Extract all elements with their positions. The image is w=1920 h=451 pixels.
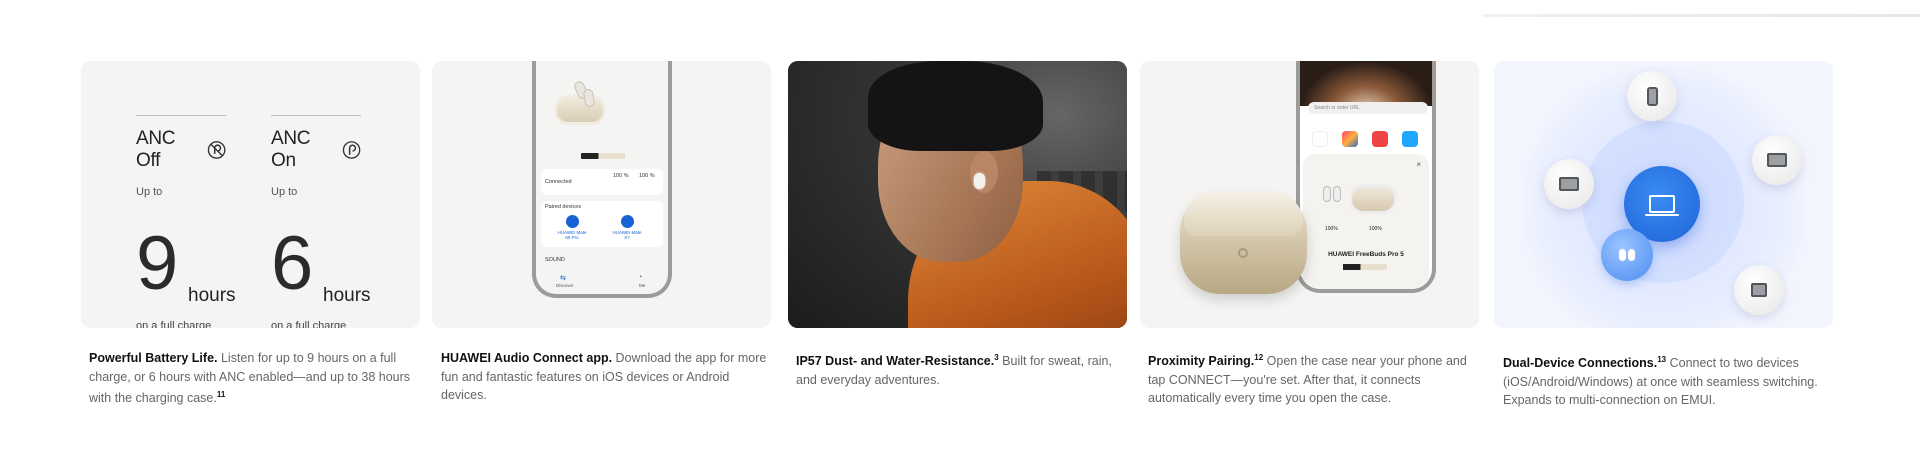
phone-icon [1646, 86, 1658, 106]
anc-off-icon [207, 141, 226, 159]
top-divider-line [1483, 14, 1920, 17]
anc-on-block: ANC On Up to 6 hours on a full charge [271, 115, 371, 328]
connection-status-row: Connected 100 % 100 % [541, 169, 663, 195]
sport-photo-card [788, 61, 1127, 328]
right-battery-pct: 100 % [639, 173, 655, 179]
wallpaper [1300, 61, 1432, 106]
monitor-device-node [1734, 265, 1784, 315]
proximity-caption: Proximity Pairing.12 Open the case near … [1148, 349, 1478, 408]
earbud-thumbnail [1333, 186, 1341, 202]
footnote-marker: 11 [216, 390, 226, 399]
person-hair [868, 61, 1043, 151]
battery-card: ANC Off Up to 9 hours on a full charge A… [81, 61, 420, 328]
full-charge-note: on a full charge [136, 320, 212, 328]
earbuds-bubble [1601, 229, 1653, 281]
caption-title: HUAWEI Audio Connect app. [441, 351, 613, 365]
battery-caption: Powerful Battery Life. Listen for up to … [89, 349, 419, 408]
product-name: HUAWEI FreeBuds Pro 5 [1328, 251, 1404, 258]
divider [271, 115, 361, 116]
app-card: Connected 100 % 100 % Paired devices HUA… [432, 61, 771, 328]
case-indicator [1238, 248, 1248, 258]
phone-mockup: Connected 100 % 100 % Paired devices HUA… [532, 61, 672, 298]
right-battery-pct: 100% [1369, 226, 1382, 232]
laptop-device-node [1752, 135, 1802, 185]
discover-icon[interactable]: ⇆ [560, 274, 566, 282]
battery-hours-on-value: 6 [271, 221, 313, 306]
caption-title: Proximity Pairing. [1148, 354, 1255, 369]
nav-me[interactable]: Me [639, 283, 645, 288]
tablet-device-node [1544, 159, 1594, 209]
dual-device-card [1494, 61, 1833, 328]
tablet-icon [1559, 177, 1579, 191]
bottom-nav: ⇆ Discover ◔ Me [542, 274, 662, 290]
anc-on-icon [342, 141, 361, 159]
paired-devices-panel: Paired devices HUAWEI Mate 60 Pro HUAWEI… [541, 201, 663, 247]
case-thumbnail [1349, 184, 1397, 214]
left-battery-pct: 100 % [613, 173, 629, 179]
app-icon[interactable] [1402, 131, 1418, 147]
app-caption: HUAWEI Audio Connect app. Download the a… [441, 349, 771, 405]
device-label: HUAWEI Mate 60 Pro [557, 230, 587, 240]
device-icon[interactable] [566, 215, 579, 228]
sound-section: SOUND [541, 253, 663, 267]
earbud-icon [1619, 249, 1626, 261]
pairing-popup: × 100% 100% HUAWEI FreeBuds Pro 5 [1303, 154, 1429, 289]
divider [136, 115, 226, 116]
device-label: HUAWEI Mate X7 [612, 230, 642, 240]
app-icon[interactable] [1342, 131, 1358, 147]
laptop-icon [1645, 195, 1679, 216]
left-battery-pct: 100% [1325, 226, 1338, 232]
hours-unit: hours [323, 285, 371, 306]
caption-title: Powerful Battery Life. [89, 351, 218, 365]
earbud-thumbnail [1323, 186, 1331, 202]
phone-device-node [1627, 71, 1677, 121]
caption-title: IP57 Dust- and Water-Resistance. [796, 354, 995, 369]
anc-off-label: ANC Off [136, 128, 176, 171]
charging-case-image [554, 95, 606, 125]
caption-title: Dual-Device Connections. [1503, 356, 1658, 371]
footnote-marker: 13 [1657, 355, 1667, 364]
monitor-icon [1751, 283, 1767, 297]
phone-mockup: Search or enter URL × 100% 100% HUAWEI F… [1296, 61, 1436, 293]
case-lid [1184, 192, 1303, 236]
nav-discover[interactable]: Discover [556, 283, 574, 288]
paired-devices-title: Paired devices [545, 204, 582, 210]
device-icon[interactable] [621, 215, 634, 228]
earbud-in-ear [974, 173, 985, 189]
app-icon[interactable] [1372, 131, 1388, 147]
url-bar[interactable]: Search or enter URL [1308, 102, 1428, 114]
close-icon[interactable]: × [1416, 160, 1421, 169]
anc-on-label: ANC On [271, 128, 311, 171]
app-icon[interactable] [1312, 131, 1328, 147]
battery-hours-off-value: 9 [136, 221, 178, 306]
brand-tag [1343, 264, 1387, 270]
up-to-label: Up to [136, 186, 163, 198]
dual-device-caption: Dual-Device Connections.13 Connect to tw… [1503, 351, 1833, 410]
full-charge-note: on a full charge [271, 320, 347, 328]
ip57-caption: IP57 Dust- and Water-Resistance.3 Built … [796, 349, 1126, 389]
proximity-card: Search or enter URL × 100% 100% HUAWEI F… [1140, 61, 1479, 328]
hours-unit: hours [188, 285, 236, 306]
me-icon[interactable]: ◔ [638, 274, 642, 281]
up-to-label: Up to [271, 186, 298, 198]
sound-label: SOUND [545, 257, 565, 263]
connected-label: Connected [545, 179, 572, 185]
anc-off-block: ANC Off Up to 9 hours on a full charge [136, 115, 236, 328]
brand-tag [581, 153, 625, 159]
footnote-marker: 12 [1254, 353, 1264, 362]
footnote-marker: 3 [994, 353, 999, 362]
open-charging-case [1180, 192, 1307, 294]
earbud-icon [1628, 249, 1635, 261]
laptop-icon [1767, 153, 1787, 167]
